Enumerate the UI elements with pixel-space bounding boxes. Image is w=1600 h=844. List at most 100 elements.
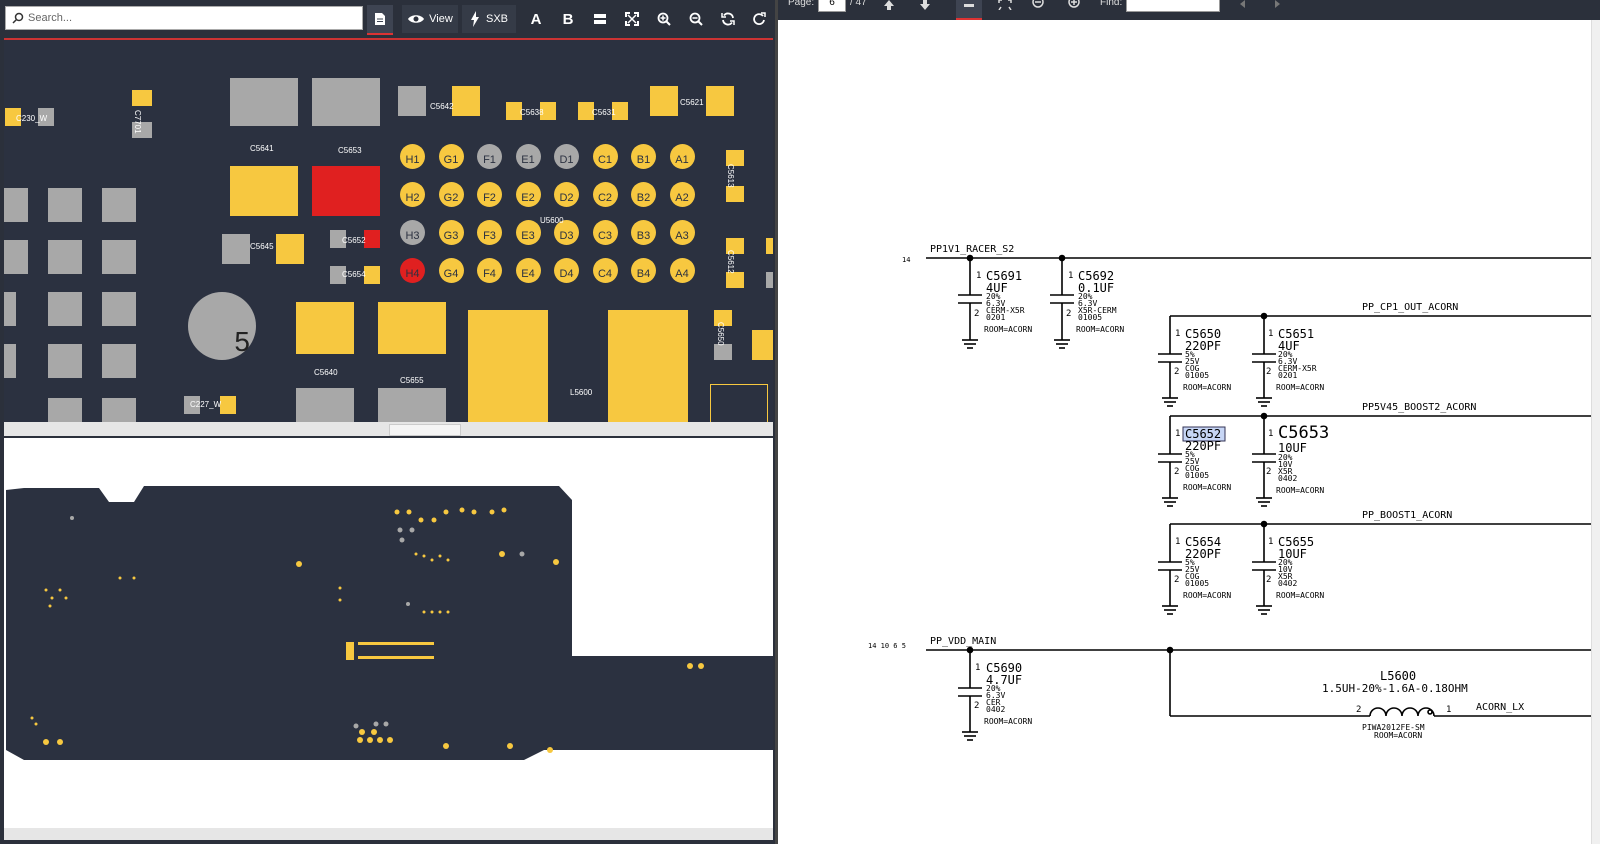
component-pad[interactable] — [650, 86, 678, 116]
component-pad[interactable] — [48, 292, 82, 326]
bga-ball[interactable]: G1 — [438, 144, 464, 169]
bga-ball[interactable]: H2 — [400, 182, 425, 207]
component-pad[interactable] — [102, 292, 136, 326]
component-pad[interactable] — [766, 272, 773, 288]
zoom-out-button[interactable] — [682, 5, 710, 33]
side-a-button[interactable]: A — [522, 5, 550, 33]
component-pad[interactable] — [714, 344, 732, 360]
component-pad[interactable] — [48, 398, 82, 424]
search-input[interactable]: Search... — [5, 6, 363, 30]
component-pad[interactable] — [4, 188, 28, 222]
expand-icon[interactable] — [998, 0, 1012, 10]
bga-ball[interactable]: C4 — [592, 258, 618, 283]
flip-button[interactable] — [714, 5, 742, 33]
sxb-button[interactable]: SXB — [462, 5, 516, 33]
component-pad[interactable] — [296, 388, 354, 424]
bga-ball[interactable]: E2 — [515, 182, 541, 207]
component-pad[interactable] — [102, 344, 136, 378]
bga-ball[interactable]: A4 — [669, 258, 695, 283]
find-previous-icon[interactable] — [1238, 0, 1248, 10]
bga-ball[interactable]: B3 — [631, 220, 656, 245]
bga-ball[interactable]: E4 — [515, 258, 541, 283]
component-pad-selected[interactable] — [364, 230, 380, 248]
component-pad[interactable] — [726, 272, 744, 288]
component-pad[interactable] — [468, 310, 548, 424]
zoom-in-button[interactable] — [650, 5, 678, 33]
board-overview[interactable] — [4, 438, 773, 830]
component-pad[interactable] — [706, 86, 734, 116]
component-pad[interactable] — [296, 302, 354, 354]
bga-ball[interactable]: A2 — [669, 182, 695, 207]
bga-ball[interactable]: G4 — [438, 258, 464, 283]
component-pad[interactable] — [102, 240, 136, 274]
bga-ball[interactable]: F4 — [477, 258, 502, 283]
component-pad[interactable] — [4, 344, 16, 378]
bga-ball[interactable]: C3 — [592, 220, 618, 245]
board-scrollbar[interactable] — [4, 422, 773, 436]
rotate-button[interactable] — [746, 5, 772, 33]
bga-ball[interactable]: H1 — [400, 144, 425, 169]
layers-button[interactable] — [586, 5, 614, 33]
zoom-out-icon[interactable] — [1032, 0, 1046, 10]
component-pad[interactable] — [48, 240, 82, 274]
component-pad[interactable] — [608, 310, 688, 424]
bga-ball[interactable]: C2 — [592, 182, 618, 207]
document-button[interactable] — [367, 5, 393, 35]
component-round[interactable]: 5 — [188, 292, 256, 360]
component-pad[interactable] — [220, 396, 236, 414]
bga-ball[interactable]: F2 — [477, 182, 502, 207]
component-pad[interactable] — [752, 330, 773, 360]
component-pad[interactable] — [102, 398, 136, 424]
component-pad[interactable] — [132, 90, 152, 106]
component-pad[interactable] — [230, 166, 298, 216]
component-pad[interactable] — [766, 238, 773, 254]
arrow-up-icon[interactable] — [882, 0, 896, 10]
schematic-view[interactable]: 14 PP1V1_RACER_S2 PP_CP1_OUT_ACORN PP5V4… — [778, 20, 1600, 844]
component-pad[interactable] — [48, 344, 82, 378]
component-pad[interactable] — [726, 186, 744, 202]
bga-ball[interactable]: B2 — [631, 182, 656, 207]
bga-ball[interactable]: C1 — [592, 144, 618, 169]
component-pad[interactable] — [378, 302, 446, 354]
page-number-input[interactable]: 6 — [818, 0, 846, 12]
bga-ball[interactable]: E1 — [515, 144, 541, 169]
component-pad[interactable] — [48, 188, 82, 222]
view-button[interactable]: View — [402, 5, 458, 33]
board-view[interactable]: C230_W C7701 C5641 C5653 C5642 C5638 C56… — [4, 38, 773, 424]
bga-ball[interactable]: H4 — [400, 258, 425, 283]
bga-ball[interactable]: A3 — [669, 220, 695, 245]
fit-width-button[interactable] — [956, 0, 982, 20]
overview-scrollbar[interactable] — [4, 828, 773, 840]
component-pad[interactable] — [230, 78, 298, 126]
side-b-button[interactable]: B — [554, 5, 582, 33]
component-pad[interactable] — [312, 78, 380, 126]
component-pad-selected[interactable] — [312, 166, 380, 216]
bga-ball[interactable]: A1 — [669, 144, 695, 169]
component-pad[interactable] — [276, 234, 304, 264]
bga-ball[interactable]: D4 — [554, 258, 579, 283]
component-pad[interactable] — [452, 86, 480, 116]
bga-ball[interactable]: B4 — [631, 258, 656, 283]
capacitor-ref[interactable]: C5653 — [1278, 423, 1329, 443]
pdf-scrollbar[interactable] — [1591, 20, 1600, 844]
component-pad[interactable] — [4, 292, 16, 326]
bga-ball[interactable]: D1 — [554, 144, 579, 169]
component-outline[interactable] — [710, 384, 768, 424]
bga-ball[interactable]: G2 — [438, 182, 464, 207]
component-pad[interactable] — [398, 86, 426, 116]
scrollbar-thumb[interactable] — [389, 424, 461, 436]
bga-ball[interactable]: D2 — [554, 182, 579, 207]
find-input[interactable] — [1126, 0, 1220, 12]
fit-button[interactable] — [618, 5, 646, 33]
bga-ball[interactable]: B1 — [631, 144, 656, 169]
bga-ball[interactable]: G3 — [438, 220, 464, 245]
arrow-down-icon[interactable] — [918, 0, 932, 10]
component-pad[interactable] — [378, 388, 446, 424]
component-pad[interactable] — [4, 240, 28, 274]
zoom-in-icon[interactable] — [1068, 0, 1082, 10]
component-pad[interactable] — [102, 188, 136, 222]
component-pad[interactable] — [222, 234, 250, 264]
bga-ball[interactable]: E3 — [515, 220, 541, 245]
bga-ball[interactable]: H3 — [400, 220, 425, 245]
find-next-icon[interactable] — [1272, 0, 1282, 10]
